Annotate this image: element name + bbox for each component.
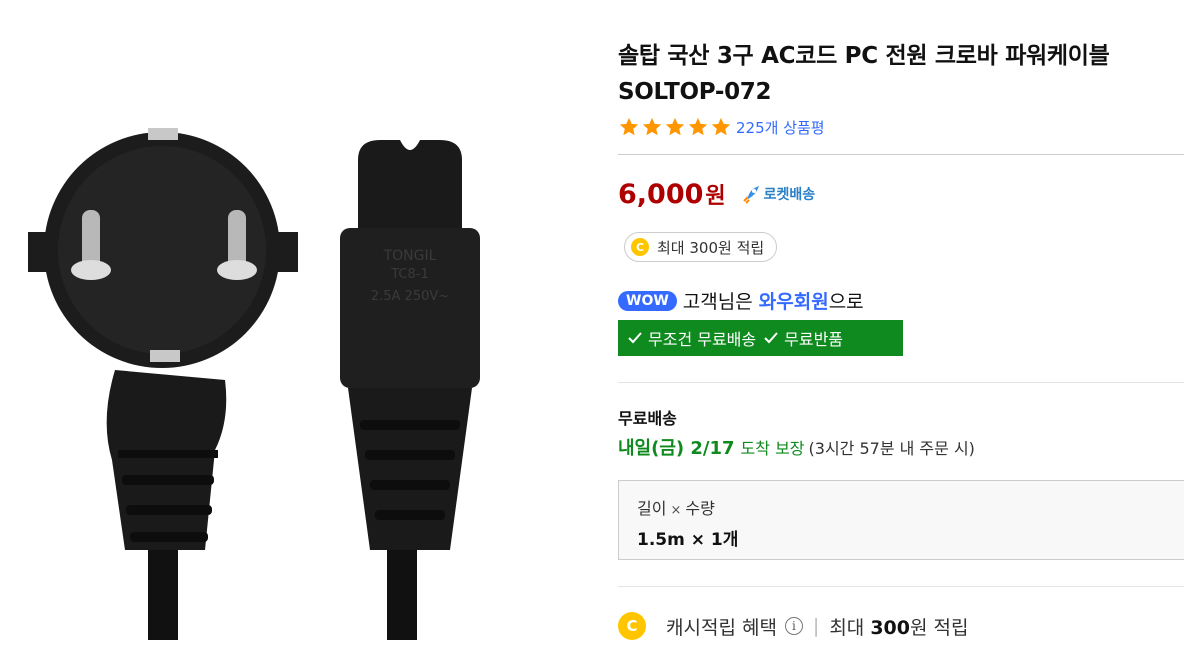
rocket-icon <box>742 186 759 204</box>
cash-max-suffix: 원 적립 <box>910 616 969 639</box>
check-icon <box>764 332 778 344</box>
cash-max-prefix: 최대 <box>829 616 871 639</box>
divider <box>618 154 1184 155</box>
rocket-delivery-badge: 로켓배송 <box>740 183 816 205</box>
review-count-link[interactable]: 225개 상품평 <box>736 117 825 138</box>
price-value: 6,000 <box>618 178 704 210</box>
wow-text-prefix: 고객님은 <box>682 291 759 313</box>
star-icon <box>619 117 639 136</box>
wow-member-strong: 와우회원 <box>758 291 829 313</box>
info-icon[interactable]: i <box>784 617 803 635</box>
cash-reward-pill: C 최대 300원 적립 <box>624 232 778 262</box>
star-icon <box>688 117 708 136</box>
plug-model-text: TC8-1 <box>390 267 429 282</box>
shipping-label: 무료배송 <box>618 409 677 428</box>
rating-row: 225개 상품평 <box>618 116 825 138</box>
plug-brand-text: TONGIL <box>383 248 437 264</box>
option-times-symbol: × <box>670 503 682 518</box>
rocket-delivery-label: 로켓배송 <box>763 187 816 203</box>
option-header: 길이 × 수량 <box>637 495 1166 519</box>
cash-reward-text: 최대 300원 적립 <box>657 238 765 257</box>
wow-member-row: WOW 고객님은 와우회원으로 <box>618 287 864 314</box>
separator: | <box>812 615 820 637</box>
check-icon <box>628 332 642 344</box>
option-qty-label: 수량 <box>685 499 715 518</box>
coin-icon: C <box>631 238 649 256</box>
delivery-date: 내일(금) 2/17 <box>618 438 735 459</box>
cash-max-amount: 300 <box>870 616 910 639</box>
free-shipping-benefit: 무조건 무료배송 <box>648 330 757 349</box>
cash-benefit-row: C 캐시적립 혜택 i | 최대 300원 적립 <box>618 612 968 640</box>
option-selected-value: 1.5m × 1개 <box>637 530 739 550</box>
cash-benefit-label: 캐시적립 혜택 <box>666 616 777 639</box>
star-icon <box>642 117 662 136</box>
product-image: TONGIL TC8-1 2.5A 250V~ <box>0 120 560 640</box>
divider <box>618 586 1184 587</box>
rating-stars <box>618 116 732 138</box>
product-info-panel: 솔탑 국산 3구 AC코드 PC 전원 크로바 파워케이블 SOLTOP-072… <box>618 0 1184 664</box>
coin-icon: C <box>618 612 646 640</box>
price-unit: 원 <box>705 184 726 209</box>
divider <box>618 382 1184 383</box>
delivery-guarantee: 도착 보장 <box>740 439 805 458</box>
price-row: 6,000 원 로켓배송 <box>618 178 815 210</box>
star-icon <box>665 117 685 136</box>
option-length-label: 길이 <box>637 499 667 518</box>
wow-text-suffix: 으로 <box>828 291 864 313</box>
delivery-cutoff-note: (3시간 57분 내 주문 시) <box>808 439 975 458</box>
wow-badge: WOW <box>618 290 677 311</box>
cash-max-text: 최대 300원 적립 <box>829 613 968 640</box>
plug-rating-text: 2.5A 250V~ <box>371 289 449 304</box>
option-selector[interactable]: 길이 × 수량 1.5m × 1개 <box>618 480 1184 560</box>
delivery-eta-row: 내일(금) 2/17 도착 보장 (3시간 57분 내 주문 시) <box>618 434 975 460</box>
product-title: 솔탑 국산 3구 AC코드 PC 전원 크로바 파워케이블 SOLTOP-072 <box>618 43 1110 105</box>
wow-member-text: 고객님은 와우회원으로 <box>683 287 864 314</box>
star-icon <box>711 117 731 136</box>
free-return-benefit: 무료반품 <box>784 330 844 349</box>
wow-benefit-bar: 무조건 무료배송 무료반품 <box>618 320 903 356</box>
